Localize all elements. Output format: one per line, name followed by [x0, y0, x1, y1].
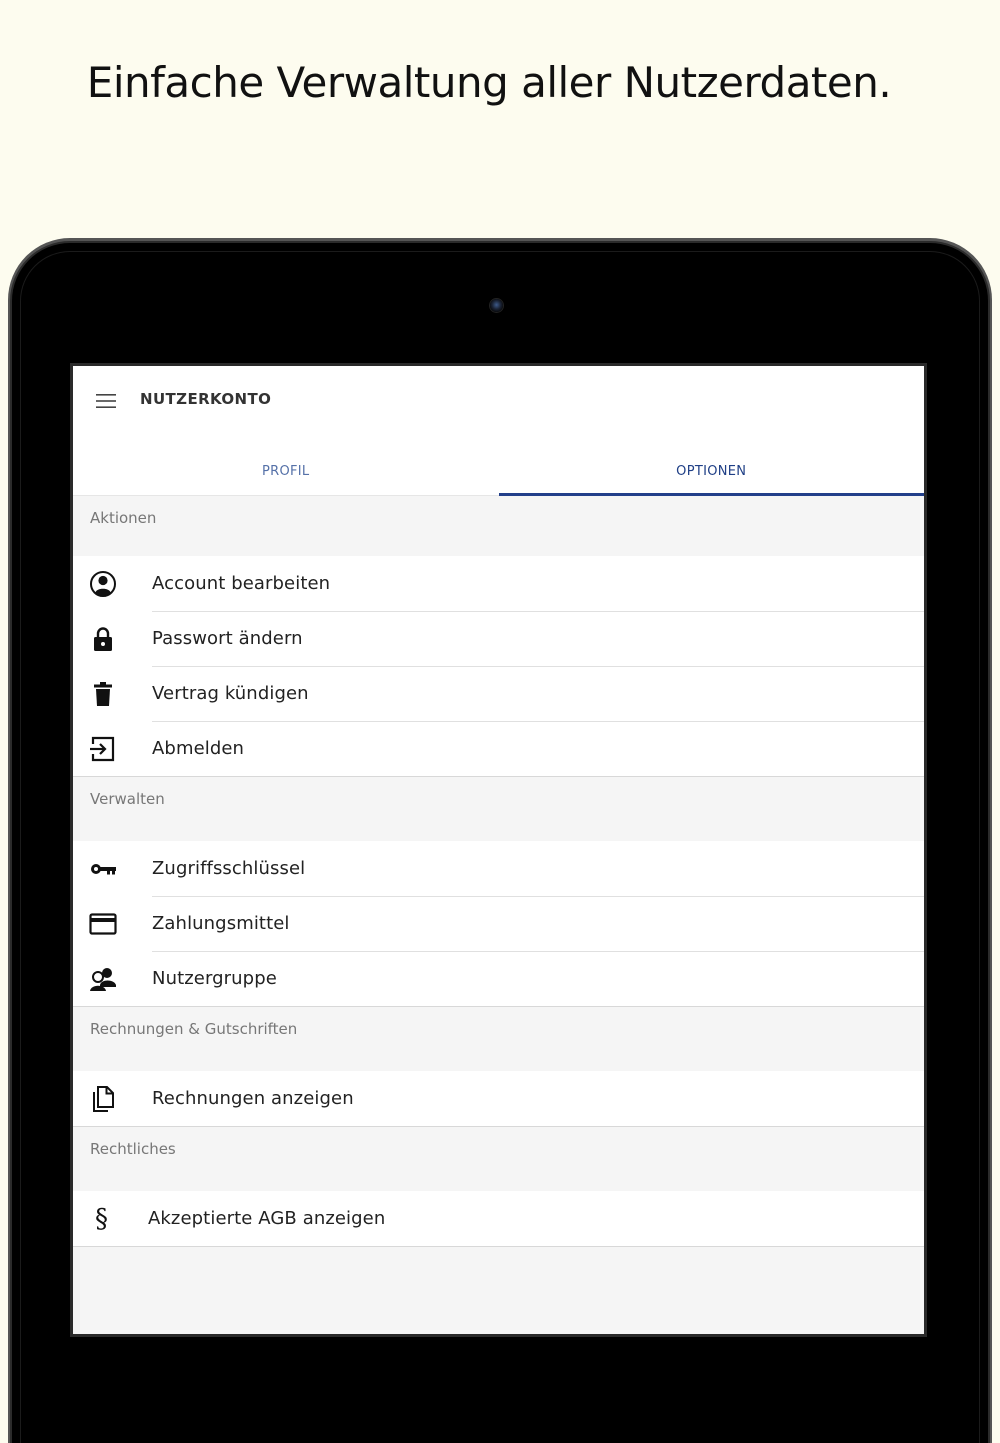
list-verwalten: Zugriffsschlüssel Zahlungsmittel Nutzerg… [73, 841, 924, 1007]
list-rechnungen: Rechnungen anzeigen [73, 1071, 924, 1127]
list-item-label: Rechnungen anzeigen [152, 1088, 354, 1109]
menu-button[interactable] [91, 386, 121, 416]
list-item-akzeptierte-agb[interactable]: § Akzeptierte AGB anzeigen [73, 1191, 924, 1246]
list-item-label: Zugriffsschlüssel [152, 858, 306, 879]
list-item-rechnungen-anzeigen[interactable]: Rechnungen anzeigen [73, 1071, 924, 1126]
lock-icon [94, 626, 112, 651]
trash-icon [94, 681, 112, 706]
list-item-label: Nutzergruppe [152, 968, 277, 989]
list-item-label: Passwort ändern [152, 628, 303, 649]
logout-icon [90, 736, 115, 761]
menu-icon [96, 394, 116, 408]
app-screen: NUTZERKONTO PROFIL OPTIONEN Aktionen Acc… [73, 366, 924, 1334]
list-item-label: Akzeptierte AGB anzeigen [148, 1208, 386, 1229]
section-header-rechnungen: Rechnungen & Gutschriften [73, 1007, 924, 1071]
list-item-zugriffsschluessel[interactable]: Zugriffsschlüssel [73, 841, 924, 896]
camera-icon [490, 299, 503, 312]
app-title: NUTZERKONTO [140, 390, 272, 408]
list-item-label: Account bearbeiten [152, 573, 331, 594]
list-item-vertrag-kuendigen[interactable]: Vertrag kündigen [73, 666, 924, 721]
list-item-passwort-aendern[interactable]: Passwort ändern [73, 611, 924, 666]
headline: Einfache Verwaltung aller Nutzerdaten. [86, 58, 892, 107]
list-item-label: Vertrag kündigen [152, 683, 309, 704]
account-icon [90, 570, 116, 597]
tab-bar: PROFIL OPTIONEN [73, 432, 924, 496]
list-item-label: Abmelden [152, 738, 245, 759]
paragraph-icon: § [95, 1203, 108, 1234]
tab-profil[interactable]: PROFIL [73, 432, 499, 495]
list-aktionen: Account bearbeiten Passwort ändern Vertr… [73, 556, 924, 777]
tab-optionen[interactable]: OPTIONEN [498, 432, 925, 496]
user-group-icon [90, 967, 116, 991]
documents-icon [93, 1085, 114, 1112]
credit-card-icon [89, 912, 117, 935]
section-header-verwalten: Verwalten [73, 777, 924, 841]
list-item-zahlungsmittel[interactable]: Zahlungsmittel [73, 896, 924, 951]
key-icon [91, 863, 116, 874]
list-item-abmelden[interactable]: Abmelden [73, 721, 924, 776]
section-header-rechtliches: Rechtliches [73, 1127, 924, 1191]
list-item-account-bearbeiten[interactable]: Account bearbeiten [73, 556, 924, 611]
section-header-aktionen: Aktionen [73, 496, 924, 556]
list-item-label: Zahlungsmittel [152, 913, 290, 934]
app-bar: NUTZERKONTO [73, 366, 924, 432]
list-rechtliches: § Akzeptierte AGB anzeigen [73, 1191, 924, 1247]
list-item-nutzergruppe[interactable]: Nutzergruppe [73, 951, 924, 1006]
